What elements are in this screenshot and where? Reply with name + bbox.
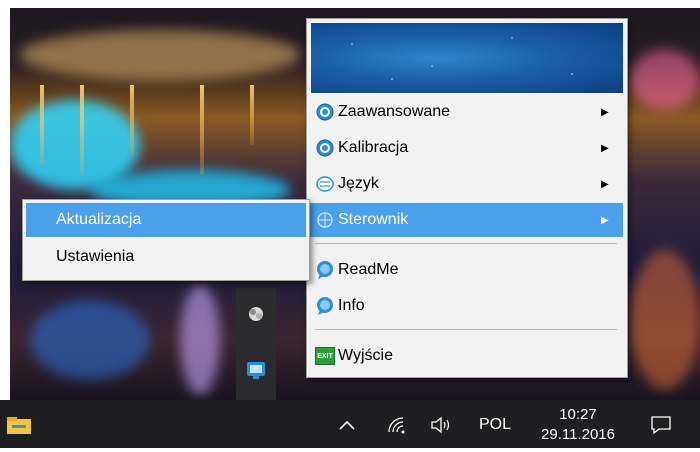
action-center-icon[interactable]: [646, 412, 676, 438]
submenu-arrow-icon: ▶: [601, 106, 609, 118]
wallpaper-light: [630, 50, 700, 110]
menu-item-info[interactable]: Info: [309, 289, 623, 323]
clock[interactable]: 10:27 29.11.2016: [526, 404, 630, 446]
speech-bubble-icon: [315, 260, 335, 280]
menu-item-label: Info: [338, 297, 365, 314]
wifi-icon[interactable]: [384, 414, 410, 436]
wallpaper-light: [130, 85, 134, 155]
wallpaper-light: [200, 85, 204, 175]
driver-icon: [315, 210, 335, 230]
submenu-arrow-icon: ▶: [601, 214, 609, 226]
tray-overflow-panel: [236, 288, 276, 400]
taskbar: POL 10:27 29.11.2016: [0, 400, 700, 448]
menu-item-label: ReadMe: [338, 261, 399, 278]
gear-globe-icon: [315, 102, 335, 122]
clock-time: 10:27: [559, 406, 597, 423]
wallpaper-light: [250, 85, 254, 145]
submenu-arrow-icon: ▶: [601, 142, 609, 154]
wallpaper-light: [80, 85, 84, 175]
menu-item-label: Wyjście: [338, 347, 393, 364]
menu-item-wyjscie[interactable]: EXIT Wyjście: [309, 339, 623, 373]
menu-banner: [311, 23, 623, 93]
screen-border: [0, 0, 700, 8]
exit-icon: EXIT: [315, 346, 335, 366]
wallpaper-light: [30, 300, 150, 380]
submenu-sterownik: Aktualizacja Ustawienia: [22, 199, 310, 281]
menu-item-label: Kalibracja: [338, 139, 409, 156]
language-indicator[interactable]: POL: [472, 412, 518, 438]
clock-date: 29.11.2016: [541, 426, 615, 443]
menu-item-jezyk[interactable]: Język ▶: [309, 167, 623, 201]
menu-separator: [315, 243, 617, 244]
submenu-arrow-icon: ▶: [601, 178, 609, 190]
chevron-up-icon[interactable]: [334, 412, 360, 438]
app-tray-icon[interactable]: [246, 304, 266, 324]
wallpaper-light: [180, 285, 220, 395]
gear-globe-icon: [315, 138, 335, 158]
wallpaper-light: [20, 30, 300, 80]
file-explorer-icon[interactable]: [4, 414, 34, 436]
menu-separator: [315, 329, 617, 330]
screen-border: [0, 0, 10, 452]
display-tray-icon[interactable]: [246, 360, 266, 380]
wallpaper-light: [40, 85, 44, 165]
wallpaper-light: [630, 250, 700, 390]
exit-icon-text: EXIT: [315, 347, 335, 365]
submenu-item-label: Ustawienia: [56, 248, 135, 265]
screen-border: [0, 448, 700, 452]
language-icon: [315, 174, 335, 194]
menu-item-sterownik[interactable]: Sterownik ▶: [309, 203, 623, 237]
submenu-item-label: Aktualizacja: [56, 211, 142, 228]
menu-item-kalibracja[interactable]: Kalibracja ▶: [309, 131, 623, 165]
volume-icon[interactable]: [428, 414, 454, 436]
submenu-item-ustawienia[interactable]: Ustawienia: [26, 240, 306, 274]
menu-item-readme[interactable]: ReadMe: [309, 253, 623, 287]
menu-item-label: Sterownik: [338, 211, 409, 228]
menu-item-label: Język: [338, 175, 379, 192]
menu-item-zaawansowane[interactable]: Zaawansowane ▶: [309, 95, 623, 129]
submenu-item-aktualizacja[interactable]: Aktualizacja: [26, 203, 306, 237]
menu-item-label: Zaawansowane: [338, 103, 451, 120]
context-menu: Zaawansowane ▶ Kalibracja ▶ Język ▶ Ster…: [306, 18, 628, 378]
speech-bubble-icon: [315, 296, 335, 316]
